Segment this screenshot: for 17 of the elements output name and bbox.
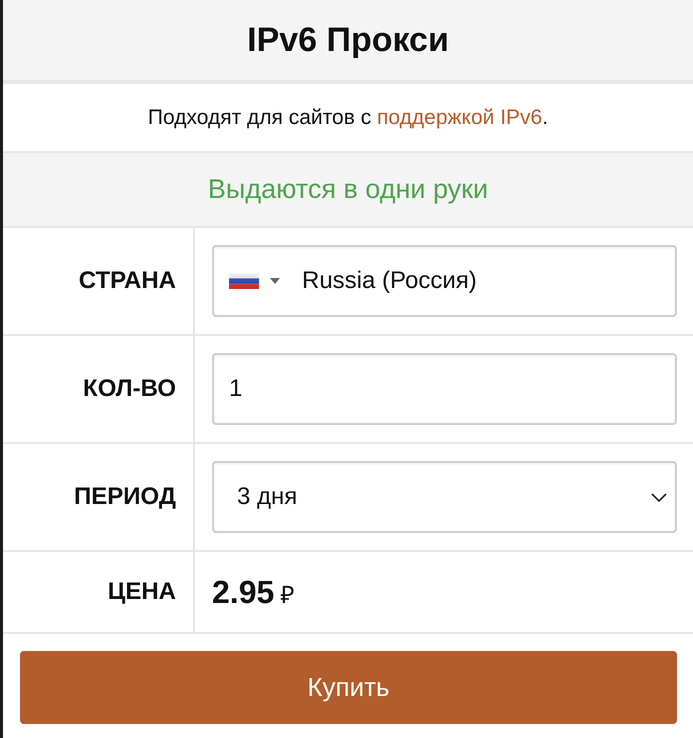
period-select[interactable]: 3 дня (212, 461, 677, 533)
page-title: IPv6 Прокси (247, 20, 449, 60)
field-label: ПЕРИОД (74, 483, 176, 511)
notice-text: Выдаются в одни руки (208, 174, 488, 205)
buy-button[interactable]: Купить (20, 651, 677, 724)
field-label: ЦЕНА (108, 578, 176, 606)
price-amount: 2.95 (212, 574, 274, 611)
caret-icon (270, 278, 280, 284)
field-label: КОЛ-ВО (83, 375, 176, 403)
chevron-down-icon (651, 492, 667, 502)
quantity-field[interactable]: 1 (212, 353, 677, 425)
currency-sign: ₽ (280, 581, 294, 610)
field-label: СТРАНА (78, 267, 176, 295)
subtitle-text: Подходят для сайтов с поддержкой IPv6. (148, 106, 548, 130)
flag-icon (229, 273, 259, 289)
ipv6-support-link[interactable]: поддержкой IPv6 (377, 106, 542, 128)
country-select[interactable]: Russia (Россия) (212, 245, 677, 317)
